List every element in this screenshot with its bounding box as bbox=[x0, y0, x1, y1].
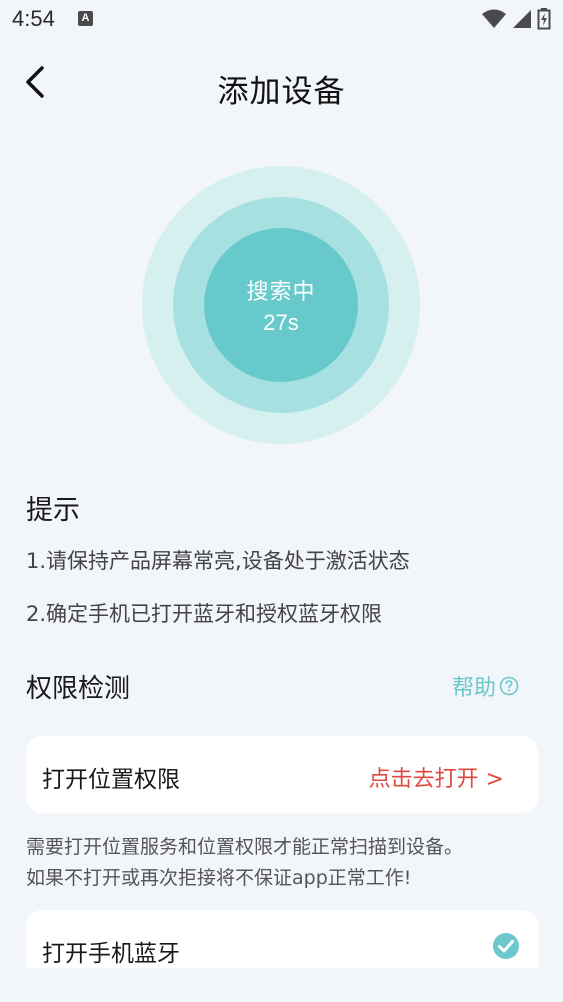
status-icons bbox=[481, 8, 551, 30]
status-time: 4:54 bbox=[12, 6, 55, 31]
tip-item: 1.请保持产品屏幕常亮,设备处于激活状态 bbox=[26, 549, 410, 573]
notification-icon: A bbox=[78, 11, 93, 26]
question-circle-icon bbox=[499, 676, 519, 696]
page-title: 添加设备 bbox=[217, 74, 346, 110]
scan-timer: 27s bbox=[263, 310, 299, 335]
help-label: 帮助 bbox=[451, 676, 496, 701]
permission-check-heading: 权限检测 bbox=[26, 674, 131, 704]
notice-line: 如果不打开或再次拒接将不保证app正常工作! bbox=[26, 867, 412, 889]
bluetooth-label: 打开手机蓝牙 bbox=[42, 941, 180, 967]
location-permission-label: 打开位置权限 bbox=[42, 767, 180, 793]
nav-bar: 添加设备 bbox=[0, 52, 563, 116]
check-circle-icon bbox=[493, 933, 519, 959]
scan-radar: 搜索中 27s bbox=[142, 166, 420, 444]
notice-line: 需要打开位置服务和位置权限才能正常扫描到设备。 bbox=[26, 836, 464, 858]
help-link[interactable]: 帮助 bbox=[452, 670, 519, 702]
bottom-fade bbox=[0, 968, 563, 1002]
status-bar: 4:54 A bbox=[0, 0, 563, 38]
permission-notice: 需要打开位置服务和位置权限才能正常扫描到设备。 如果不打开或再次拒接将不保证ap… bbox=[26, 832, 541, 894]
tip-item: 2.确定手机已打开蓝牙和授权蓝牙权限 bbox=[26, 602, 383, 626]
scan-status-label: 搜索中 bbox=[246, 280, 316, 305]
wifi-icon bbox=[481, 9, 506, 28]
tips-heading: 提示 bbox=[26, 495, 80, 526]
open-location-button[interactable]: 点击去打开 > bbox=[369, 761, 504, 793]
signal-icon bbox=[512, 10, 531, 28]
location-permission-card: 打开位置权限 点击去打开 > bbox=[26, 736, 538, 813]
battery-icon bbox=[537, 8, 551, 30]
